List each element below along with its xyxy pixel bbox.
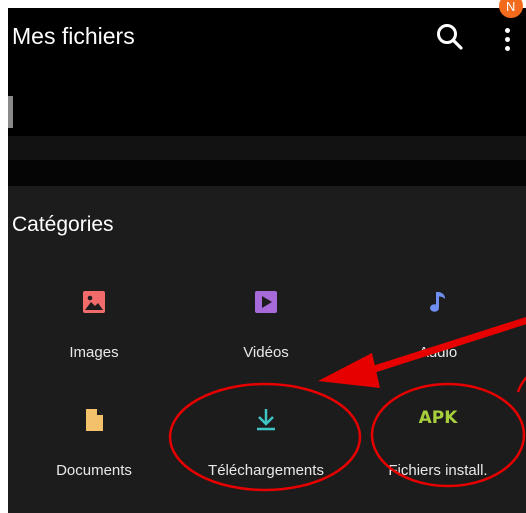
- scroll-indicator: [8, 96, 13, 128]
- category-label: Documents: [56, 462, 132, 479]
- storage-area: [8, 66, 526, 136]
- search-button[interactable]: [432, 19, 468, 55]
- divider-strip: [8, 160, 526, 186]
- category-documents[interactable]: Documents: [8, 408, 180, 508]
- category-label: Fichiers install.: [388, 462, 488, 479]
- apk-icon: APK: [418, 408, 458, 428]
- music-note-icon: [430, 292, 445, 312]
- category-audio[interactable]: Audio: [352, 290, 524, 390]
- category-label: Vidéos: [243, 344, 289, 361]
- phone-screen: Mes fichiers Catégories Images Vidéos Au…: [8, 8, 526, 513]
- categories-section: Catégories Images Vidéos Audio Documents…: [8, 186, 526, 513]
- category-downloads[interactable]: Téléchargements: [180, 408, 352, 508]
- image-icon: [83, 291, 105, 313]
- category-label: Images: [69, 344, 119, 361]
- document-icon: [86, 409, 103, 431]
- category-videos[interactable]: Vidéos: [180, 290, 352, 390]
- category-installation-files[interactable]: APK Fichiers install.: [352, 408, 524, 508]
- app-bar: Mes fichiers: [8, 8, 526, 66]
- more-vert-icon: [505, 28, 510, 33]
- category-images[interactable]: Images: [8, 290, 180, 390]
- more-options-button[interactable]: [498, 22, 518, 58]
- search-icon: [437, 24, 463, 50]
- categories-title: Catégories: [12, 213, 114, 236]
- download-icon: [257, 409, 275, 431]
- video-icon: [255, 291, 277, 313]
- category-label: Audio: [418, 344, 458, 361]
- category-label: Téléchargements: [208, 462, 324, 479]
- app-title: Mes fichiers: [12, 23, 135, 49]
- divider-strip: [8, 136, 526, 160]
